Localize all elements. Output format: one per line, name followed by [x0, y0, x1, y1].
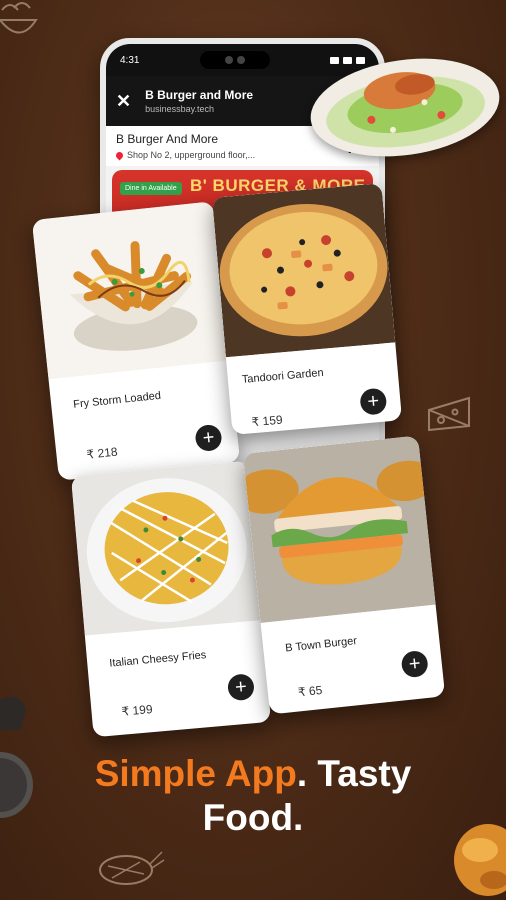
add-to-cart-button[interactable]: + — [400, 649, 429, 679]
plus-icon: + — [366, 390, 381, 414]
card-name: Italian Cheesy Fries — [108, 649, 207, 670]
add-to-cart-button[interactable]: + — [226, 673, 256, 702]
status-bar: 4:31 — [106, 44, 379, 76]
status-icons — [330, 56, 365, 64]
close-icon[interactable]: ✕ — [116, 91, 131, 112]
plus-icon: + — [407, 652, 422, 676]
camera-island — [199, 51, 270, 69]
status-time: 4:31 — [120, 54, 140, 66]
dine-in-badge: Dine in Available — [120, 182, 182, 195]
add-to-cart-button[interactable]: + — [359, 387, 388, 416]
card-name: B Town Burger — [284, 635, 358, 655]
card-name: Fry Storm Loaded — [72, 389, 162, 411]
store-address-text: Shop No 2, upperground floor,... — [127, 150, 256, 160]
fries-image — [31, 201, 230, 380]
pineapple-doodle-icon — [99, 851, 165, 885]
cheesy-fries-image — [70, 460, 263, 636]
location-pin-icon — [114, 150, 125, 160]
card-price: ₹ 159 — [251, 412, 284, 430]
card-name: Tandoori Garden — [241, 366, 325, 386]
menu-card-tandoori-garden[interactable]: Tandoori Garden ₹ 159 + — [211, 183, 403, 435]
burger-image — [242, 435, 436, 623]
pizza-image — [211, 183, 396, 358]
menu-card-italian-cheesy-fries[interactable]: Italian Cheesy Fries ₹ 199 + — [70, 460, 272, 738]
app-bar-subtitle: businessbay.tech — [145, 104, 214, 114]
bowl-doodle-icon — [0, 2, 38, 34]
plus-icon: + — [201, 426, 216, 450]
menu-card-fry-storm[interactable]: Fry Storm Loaded ₹ 218 + — [31, 201, 241, 481]
card-price: ₹ 199 — [121, 702, 154, 719]
tagline-accent: Simple App — [94, 753, 297, 794]
plus-icon: + — [234, 675, 248, 699]
add-to-cart-button[interactable]: + — [194, 423, 223, 453]
tagline: Simple App. Tasty Food. — [0, 752, 506, 840]
tagline-rest: . Tasty — [296, 753, 412, 794]
cheese-doodle-icon — [428, 396, 470, 432]
menu-card-b-town-burger[interactable]: B Town Burger ₹ 65 + — [242, 435, 446, 715]
tagline-line2: Food. — [202, 797, 304, 838]
store-address: Shop No 2, upperground floor,... — [114, 150, 369, 160]
app-bar-title: B Burger and More — [145, 88, 254, 102]
card-price: ₹ 218 — [85, 444, 119, 462]
card-price: ₹ 65 — [297, 682, 323, 700]
